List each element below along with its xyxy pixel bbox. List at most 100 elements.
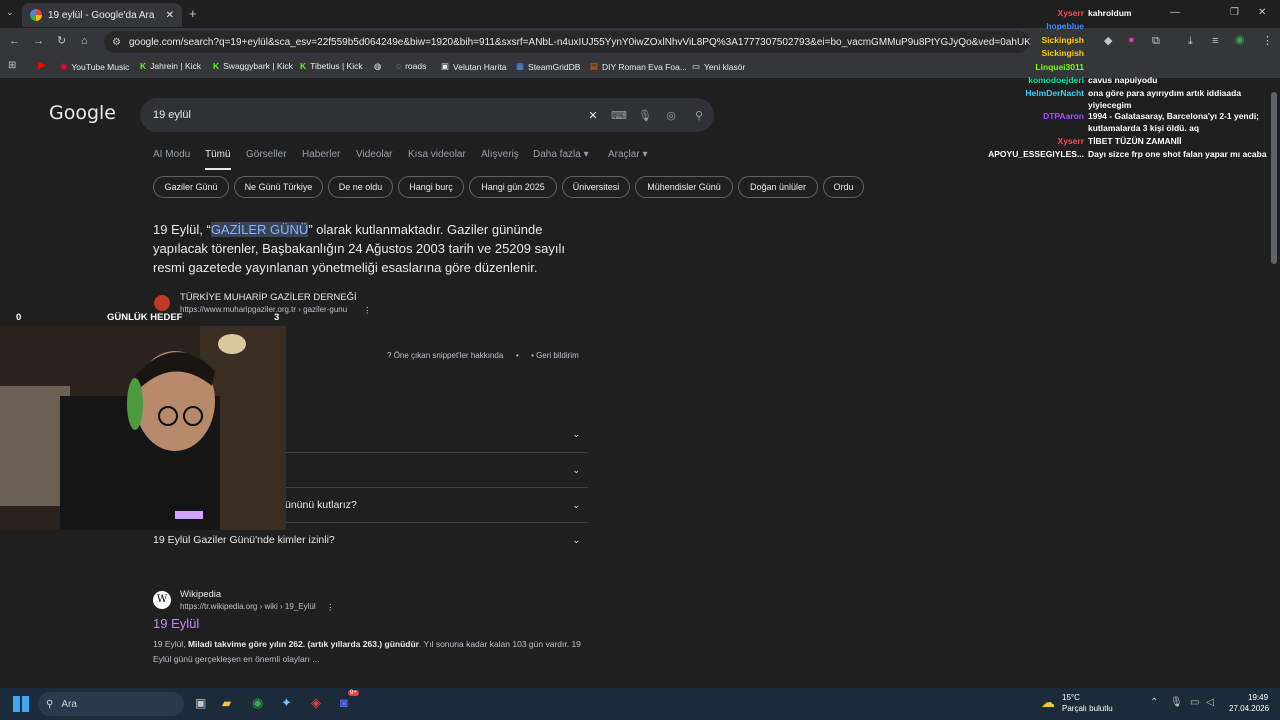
caret-down-icon: ▾ bbox=[642, 149, 648, 160]
clock-date[interactable]: 27.04.2026 bbox=[1229, 704, 1269, 713]
search-icon[interactable]: ⚲ bbox=[684, 109, 714, 122]
google-logo[interactable]: Google bbox=[49, 102, 116, 124]
search-box[interactable]: 19 eylül ✕ ⌨ 🎙 ◎ ⚲ bbox=[140, 98, 714, 132]
volume-icon[interactable]: ◁ bbox=[1206, 698, 1214, 708]
chat-username: Sickingish bbox=[1041, 48, 1084, 58]
bookmark-label: Yeni klasör bbox=[704, 61, 746, 72]
youtube-music-icon: ◉ bbox=[60, 61, 68, 71]
chrome-icon[interactable]: ◉ bbox=[252, 696, 263, 709]
tab-title: 19 eylül - Google'da Ara bbox=[48, 9, 155, 21]
chevron-down-icon: ⌄ bbox=[572, 499, 580, 510]
chevron-down-icon: ⌄ bbox=[572, 534, 580, 545]
kick-icon: K bbox=[140, 61, 147, 71]
windows-start-icon[interactable] bbox=[13, 696, 29, 712]
desc-bold: Miladi takvime göre yılın 262. (artık yı… bbox=[187, 639, 419, 649]
chip-muhendisler-gunu[interactable]: Mühendisler Günü bbox=[635, 176, 733, 198]
result-title[interactable]: 19 Eylül bbox=[153, 616, 199, 631]
bookmark-youtube-music[interactable]: ◉ YouTube Music bbox=[60, 61, 129, 72]
bookmark-tibetius[interactable]: K Tibetius | Kick bbox=[300, 61, 363, 71]
home-icon[interactable]: ⌂ bbox=[81, 36, 88, 47]
chat-text bbox=[1088, 34, 1280, 47]
chip-universitesi[interactable]: Üniversitesi bbox=[562, 176, 630, 198]
stream-chat-overlay: Xyserr kahroldum hopeblue Sickingish Sick… bbox=[980, 0, 1280, 175]
keyboard-icon[interactable]: ⌨ bbox=[606, 109, 632, 122]
chat-message: Xyserr kahroldum bbox=[980, 7, 1280, 20]
tab-shopping[interactable]: Alışveriş bbox=[481, 149, 519, 160]
weather-desc: Parçalı bulutlu bbox=[1062, 704, 1113, 713]
snippet-highlight: GAZİLER GÜNÜ bbox=[210, 222, 309, 237]
weather-icon[interactable]: ☁ bbox=[1041, 695, 1055, 709]
bookmark-swaggybark[interactable]: K Swaggybark | Kick bbox=[213, 61, 293, 71]
address-bar[interactable]: ⚙ google.com/search?q=19+eylül&sca_esv=2… bbox=[104, 31, 1030, 53]
feedback-icon: ▪ bbox=[531, 351, 534, 360]
chip-ne-gunu[interactable]: Ne Günü Türkiye bbox=[234, 176, 323, 198]
tab-images[interactable]: Görseller bbox=[246, 149, 287, 160]
more-options-icon[interactable]: ⋮ bbox=[363, 305, 372, 316]
chip-ordu[interactable]: Ordu bbox=[823, 176, 864, 198]
kick-icon: K bbox=[213, 61, 220, 71]
tab-more[interactable]: Daha fazla ▾ bbox=[533, 149, 589, 160]
bookmark-globe[interactable]: ◍ bbox=[374, 61, 381, 72]
bookmark-folder[interactable]: ▭ Yeni klasör bbox=[692, 61, 745, 72]
app-icon[interactable]: ◈ bbox=[311, 696, 321, 709]
chevron-up-icon[interactable]: ⌃ bbox=[1150, 698, 1158, 708]
snippet-about-link[interactable]: ? Öne çıkan snippet'ler hakkında bbox=[387, 351, 503, 360]
bookmark-velutan[interactable]: ▣ Velutan Harita bbox=[441, 61, 506, 72]
chat-username: Xyserr bbox=[1057, 8, 1084, 18]
tab-search-icon[interactable]: ⌄ bbox=[6, 8, 14, 17]
kick-icon: K bbox=[300, 61, 307, 71]
discord-icon[interactable]: ◙ bbox=[340, 696, 348, 709]
close-tab-icon[interactable]: ✕ bbox=[166, 10, 174, 21]
display-icon[interactable]: ▭ bbox=[1190, 698, 1199, 708]
task-view-icon[interactable]: ▣ bbox=[195, 697, 206, 709]
bookmark-jahrein[interactable]: K Jahrein | Kick bbox=[140, 61, 201, 71]
apps-icon[interactable]: ⊞ bbox=[8, 61, 16, 71]
chat-text: kutlamalarda 3 kişi öldü. aq bbox=[1088, 123, 1200, 133]
file-explorer-icon[interactable]: ▰ bbox=[222, 697, 231, 709]
webcam-image bbox=[0, 326, 286, 530]
tab-all[interactable]: Tümü bbox=[205, 149, 231, 170]
result-site[interactable]: Wikipedia bbox=[180, 589, 221, 600]
chip-hangi-gun[interactable]: Hangi gün 2025 bbox=[469, 176, 557, 198]
separator-dot: • bbox=[516, 351, 519, 360]
clear-search-icon[interactable]: ✕ bbox=[580, 109, 606, 122]
youtube-icon[interactable]: ▶ bbox=[38, 61, 46, 71]
reload-icon[interactable]: ↻ bbox=[57, 36, 66, 47]
chat-text bbox=[1088, 61, 1280, 74]
tab-tools-label: Araçlar bbox=[608, 149, 640, 160]
lens-icon[interactable]: ◎ bbox=[658, 109, 684, 122]
chip-de-ne-oldu[interactable]: De ne oldu bbox=[328, 176, 393, 198]
feedback-link[interactable]: ▪ Geri bildirim bbox=[531, 351, 579, 360]
bookmark-roads[interactable]: ◌ roads bbox=[396, 61, 426, 71]
taskbar-search[interactable]: ⚲ Ara bbox=[38, 692, 184, 716]
goal-count-left: 0 bbox=[16, 312, 22, 323]
chip-dogan-unluler[interactable]: Doğan ünlüler bbox=[738, 176, 818, 198]
site-info-icon[interactable]: ⚙ bbox=[112, 37, 121, 48]
tab-videos[interactable]: Videolar bbox=[356, 149, 393, 160]
clock-time[interactable]: 19:49 bbox=[1248, 693, 1268, 702]
result-url[interactable]: https://tr.wikipedia.org › wiki › 19_Eyl… bbox=[180, 602, 316, 611]
browser-tab[interactable]: 19 eylül - Google'da Ara ✕ bbox=[22, 3, 182, 27]
forward-icon[interactable]: → bbox=[33, 36, 44, 47]
chat-username: APOYU_ESSEGIYLES... bbox=[988, 149, 1084, 159]
search-input[interactable]: 19 eylül bbox=[153, 109, 580, 121]
chat-text bbox=[1088, 47, 1280, 60]
mic-icon[interactable]: 🎙 bbox=[1170, 698, 1183, 708]
tab-short-videos[interactable]: Kısa videolar bbox=[408, 149, 466, 160]
tab-news[interactable]: Haberler bbox=[302, 149, 340, 160]
search-icon: ⚲ bbox=[46, 698, 54, 710]
goal-overlay: 0 GÜNLÜK HEDEF 3 bbox=[0, 311, 286, 325]
bookmark-diy[interactable]: ▤ DIY Roman Eva Foa... bbox=[590, 61, 687, 72]
app-icon[interactable]: ✦ bbox=[281, 696, 292, 709]
chip-hangi-burc[interactable]: Hangi burç bbox=[398, 176, 464, 198]
more-options-icon[interactable]: ⋮ bbox=[326, 602, 335, 613]
new-tab-icon[interactable]: + bbox=[189, 7, 197, 20]
source-name[interactable]: TÜRKİYE MUHARİP GAZİLER DERNEĞİ bbox=[180, 292, 357, 303]
tab-tools[interactable]: Araçlar ▾ bbox=[608, 149, 648, 160]
tab-ai-mode[interactable]: AI Modu bbox=[153, 149, 190, 160]
back-icon[interactable]: ← bbox=[9, 36, 20, 47]
bookmark-label: Jahrein | Kick bbox=[150, 61, 202, 71]
chip-gaziler-gunu[interactable]: Gaziler Günü bbox=[153, 176, 229, 198]
bookmark-steamgriddb[interactable]: ▦ SteamGridDB bbox=[516, 61, 580, 72]
microphone-icon[interactable]: 🎙 bbox=[632, 109, 658, 122]
